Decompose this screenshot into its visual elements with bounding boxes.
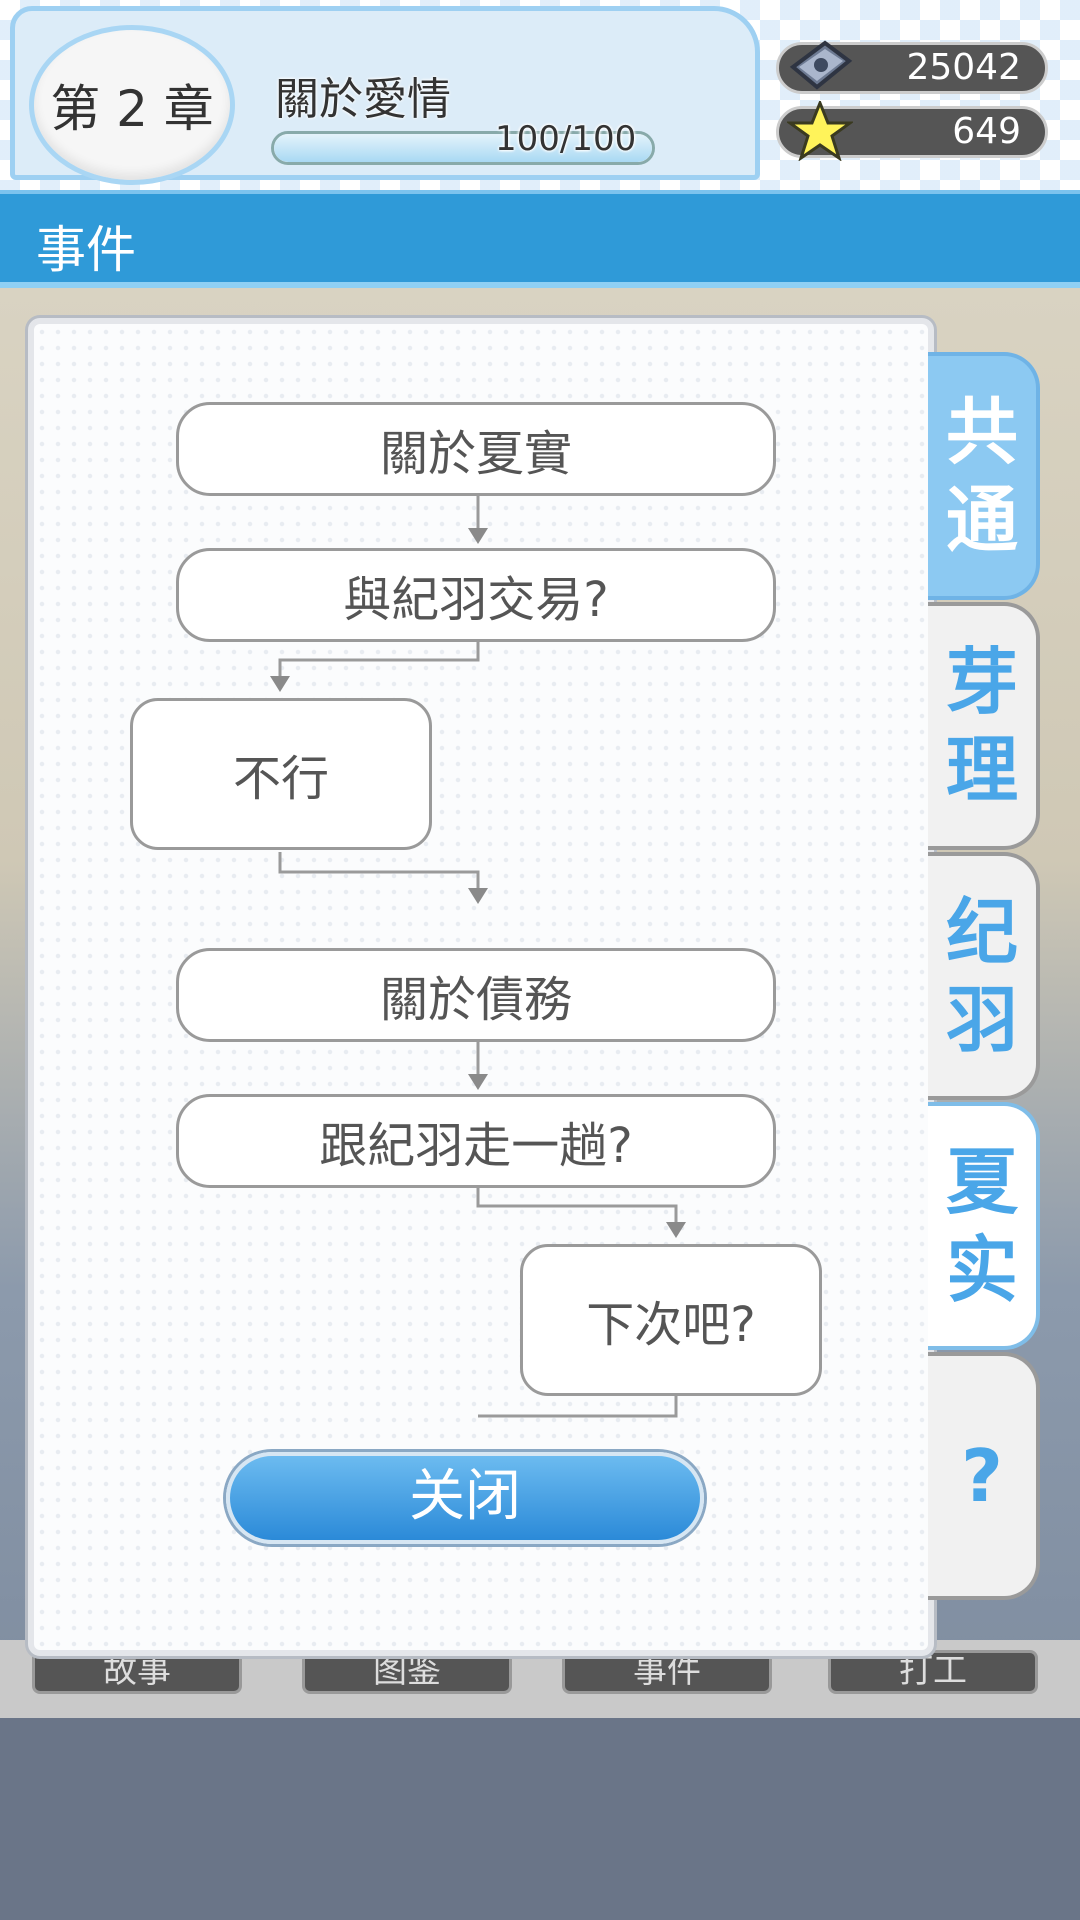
flow-node-no-way[interactable]: 不行 (130, 698, 432, 850)
connector-3 (278, 852, 480, 890)
flow-node-about-debt[interactable]: 關於債務 (176, 948, 776, 1042)
flow-node-deal-with-kiha[interactable]: 與紀羽交易? (176, 548, 776, 642)
tab-kiha-char-2: 羽 (945, 978, 1018, 1062)
tab-natsumi[interactable]: 夏 实 (928, 1102, 1040, 1350)
tab-meri-char-2: 理 (945, 728, 1018, 812)
tab-unknown-char-1: ? (961, 1434, 1003, 1518)
tab-natsumi-char-2: 实 (945, 1228, 1018, 1312)
arrowhead-2 (270, 676, 290, 692)
tab-common-char-2: 通 (945, 478, 1018, 562)
connector-5 (476, 1188, 678, 1230)
flow-node-next-time[interactable]: 下次吧? (520, 1244, 822, 1396)
close-button[interactable]: 关闭 (226, 1452, 704, 1544)
tab-kiha-char-1: 纪 (945, 890, 1018, 974)
flow-node-go-with-kiha[interactable]: 跟紀羽走一趟? (176, 1094, 776, 1188)
arrowhead-3 (468, 888, 488, 904)
arrowhead-4 (468, 1074, 488, 1090)
tab-meri[interactable]: 芽 理 (928, 602, 1040, 850)
tab-common[interactable]: 共 通 (928, 352, 1040, 600)
connector-2 (278, 642, 480, 684)
arrowhead-5 (666, 1222, 686, 1238)
tab-meri-char-1: 芽 (945, 640, 1018, 724)
arrowhead-1 (468, 528, 488, 544)
tab-unknown[interactable]: ? (928, 1352, 1040, 1600)
tab-kiha[interactable]: 纪 羽 (928, 852, 1040, 1100)
tab-common-char-1: 共 (945, 390, 1018, 474)
tab-natsumi-char-1: 夏 (945, 1140, 1018, 1224)
connector-6 (478, 1396, 678, 1418)
flow-node-about-natsumi[interactable]: 關於夏實 (176, 402, 776, 496)
